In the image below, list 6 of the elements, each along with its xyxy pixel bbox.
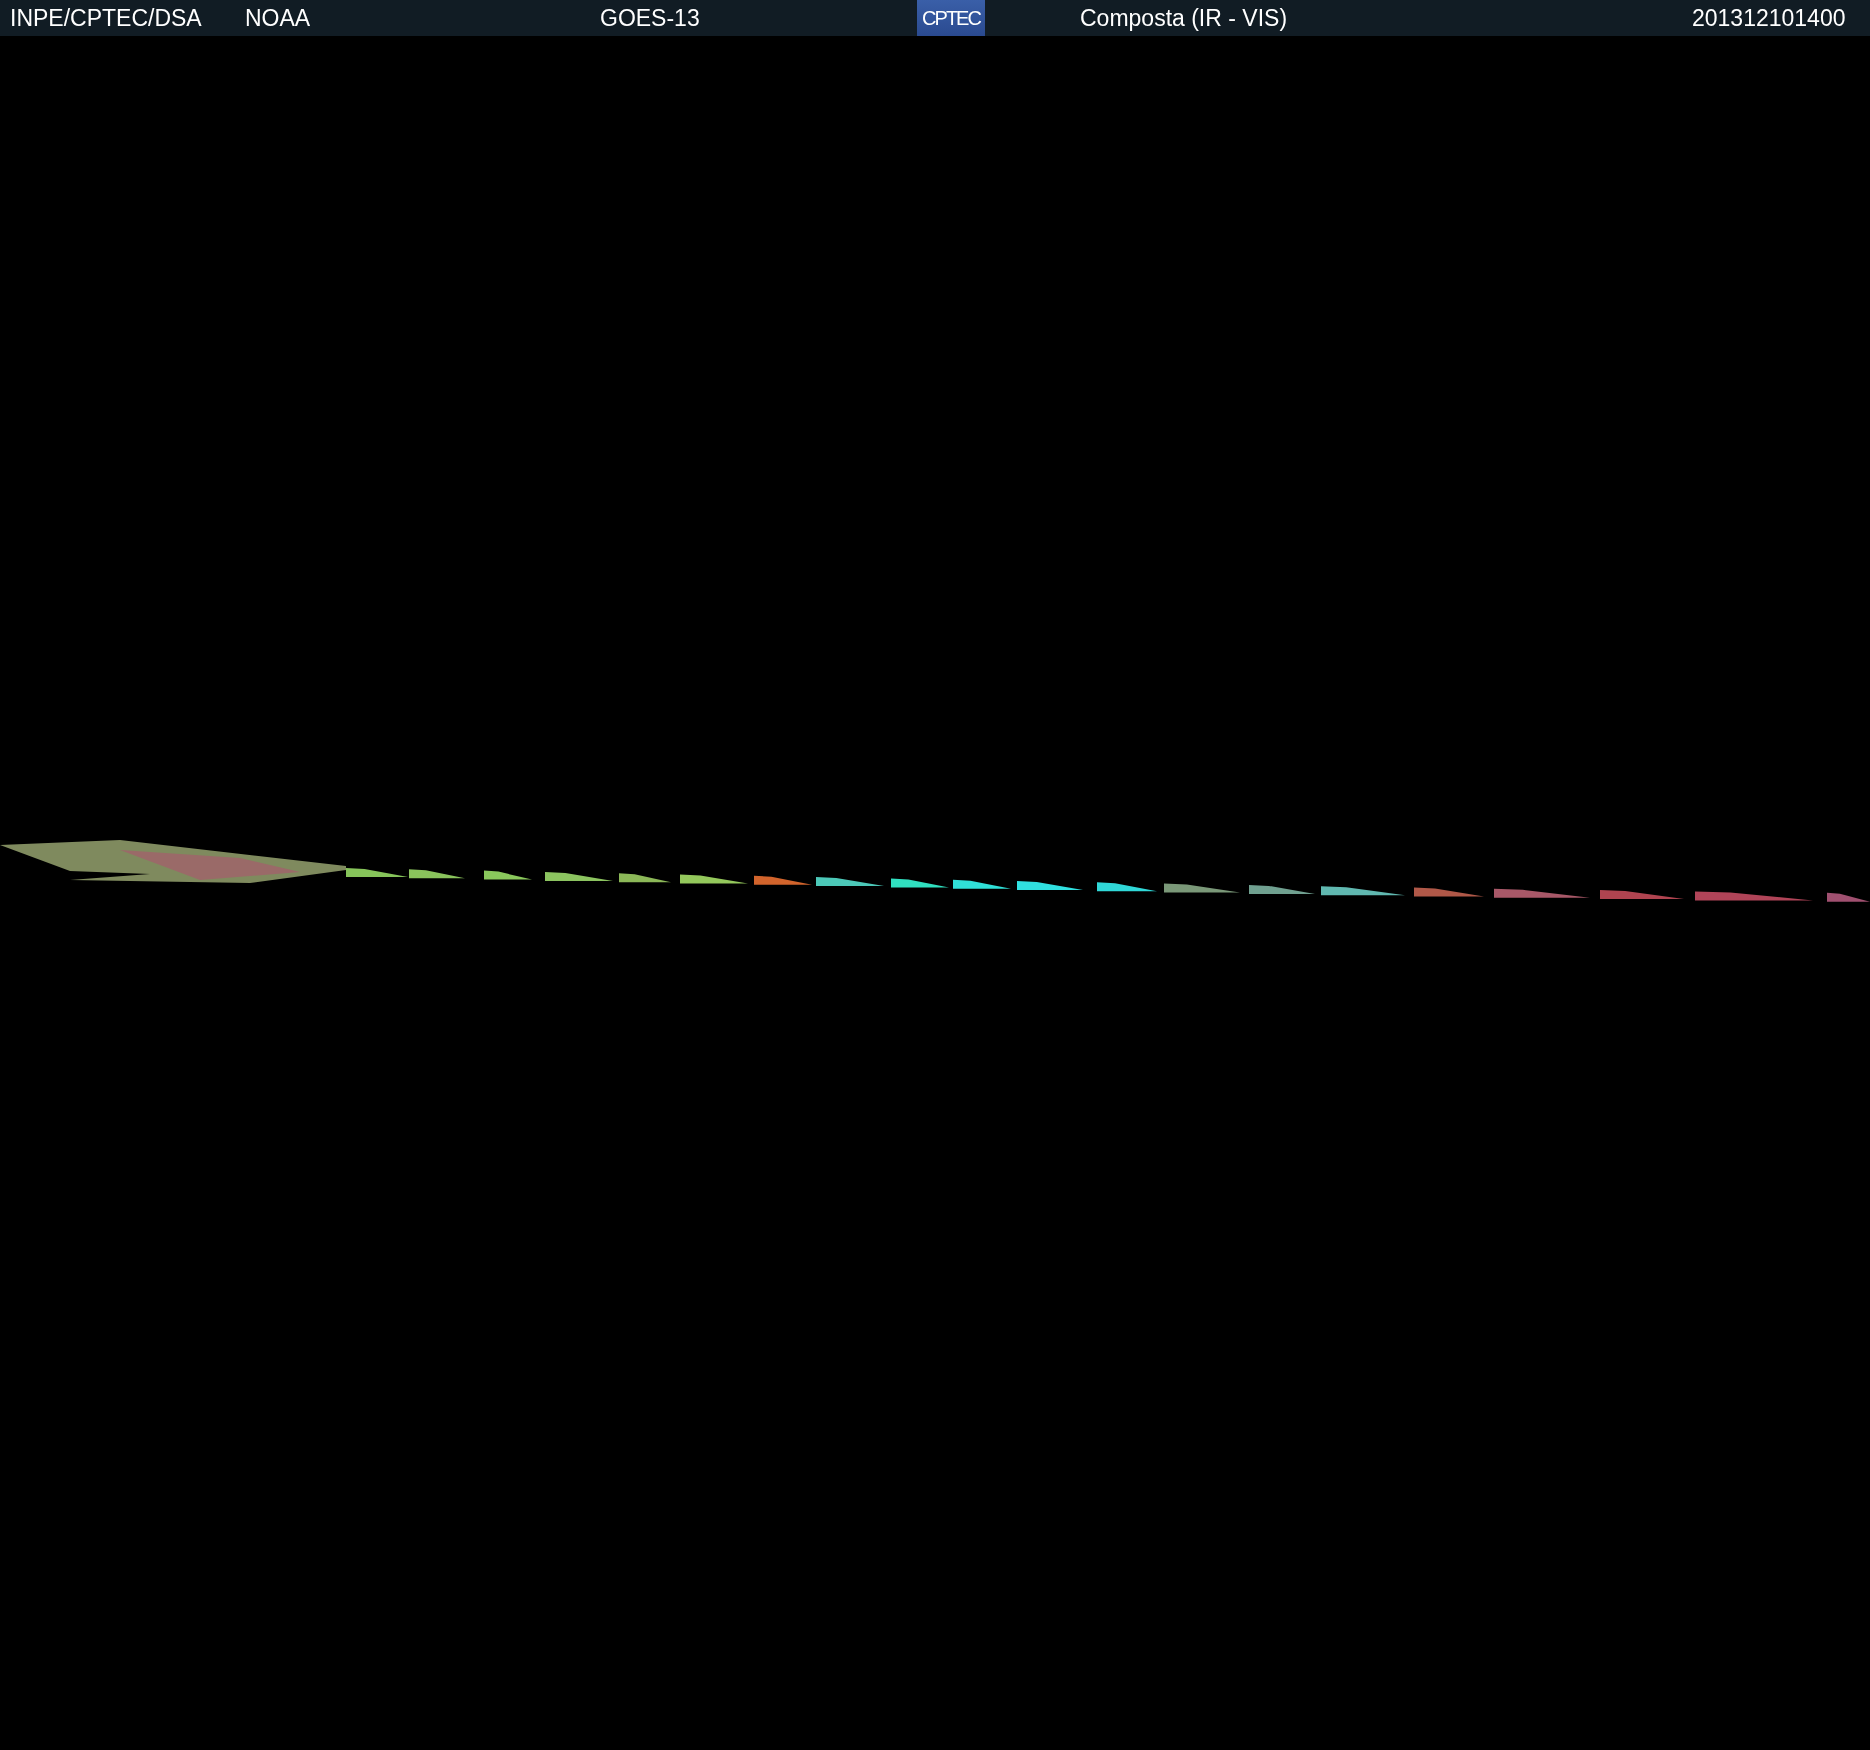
header-label: INPE/CPTEC/DSA bbox=[10, 4, 202, 32]
header-label: GOES-13 bbox=[600, 4, 700, 32]
timestamp: 201312101400 bbox=[1692, 4, 1846, 32]
header-label: Composta (IR - VIS) bbox=[1080, 4, 1288, 32]
logo: CPTEC bbox=[917, 0, 985, 36]
header-label: NOAA bbox=[245, 4, 311, 32]
